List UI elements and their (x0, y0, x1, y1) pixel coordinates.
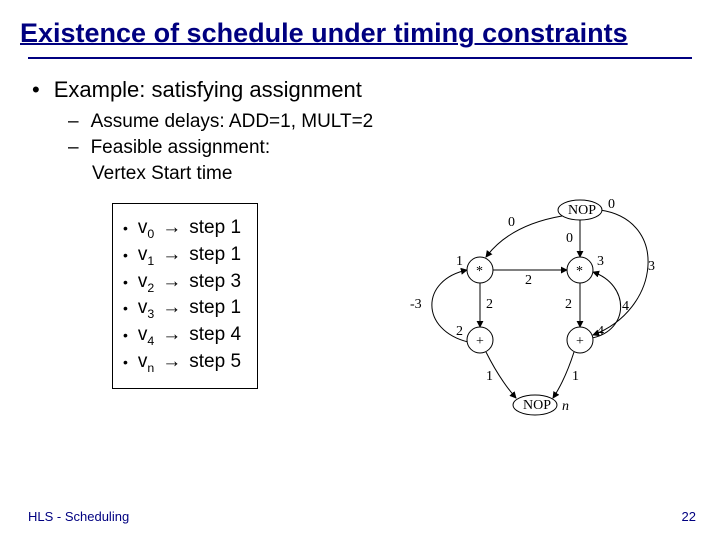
vertex-name: v2 (138, 271, 154, 295)
assignment-box: • v0 → step 1 • v1 → step 1 • v2 → step … (112, 203, 258, 389)
list-item: • v2 → step 3 (123, 271, 241, 295)
arrow-icon: → (162, 297, 181, 319)
edge-weight: 2 (565, 297, 572, 312)
node-mult-left: * (476, 264, 483, 279)
arrow-icon: → (162, 271, 181, 293)
edge-weight: 0 (508, 215, 515, 230)
arrow-icon: → (162, 324, 181, 346)
node-mult-right: * (576, 264, 583, 279)
vertex-name: vn (138, 351, 154, 375)
step-value: step 1 (189, 217, 241, 239)
constraint-graph: 0 0 3 2 2 2 1 1 -3 4 NOP 0 * 1 * 3 + 2 +… (390, 190, 700, 430)
list-item: • vn → step 5 (123, 351, 241, 375)
edge-weight: -3 (410, 297, 422, 312)
bullet-dot-icon: • (32, 77, 40, 103)
edge-weight: 0 (566, 231, 573, 246)
step-value: step 5 (189, 351, 241, 373)
vertex-name: v1 (138, 244, 154, 268)
bullet-dot-icon: • (123, 247, 128, 263)
title-rule (28, 57, 692, 59)
node-id: n (562, 399, 569, 414)
bullet-dot-icon: • (123, 274, 128, 290)
page-number: 22 (682, 509, 696, 524)
node-id: 2 (456, 324, 463, 339)
list-item: • v0 → step 1 (123, 217, 241, 241)
arrow-icon: → (162, 351, 181, 373)
bullet-dot-icon: • (123, 220, 128, 236)
edge-weight: 1 (572, 369, 579, 384)
arrow-icon: → (162, 244, 181, 266)
edge-weight: 4 (622, 299, 629, 314)
node-id: 0 (608, 197, 615, 212)
vertex-start-header: Vertex Start time (92, 163, 688, 185)
node-id: 3 (597, 254, 604, 269)
bullet-feasible-text: Feasible assignment: (91, 137, 271, 159)
bullet-example-text: Example: satisfying assignment (54, 77, 362, 103)
bullet-assume: – Assume delays: ADD=1, MULT=2 (68, 111, 688, 133)
bullet-dot-icon: • (123, 327, 128, 343)
edge-weight: 1 (486, 369, 493, 384)
slide-title: Existence of schedule under timing const… (0, 0, 720, 55)
step-value: step 3 (189, 271, 241, 293)
vertex-name: v4 (138, 324, 154, 348)
vertex-name: v3 (138, 297, 154, 321)
list-item: • v3 → step 1 (123, 297, 241, 321)
bullet-dot-icon: • (123, 354, 128, 370)
edge-weight: 2 (525, 273, 532, 288)
node-add-left: + (476, 334, 484, 349)
dash-icon: – (68, 137, 79, 159)
node-add-right: + (576, 334, 584, 349)
node-nop-top: NOP (568, 203, 596, 218)
arrow-icon: → (162, 217, 181, 239)
edge-weight: 2 (486, 297, 493, 312)
bullet-dot-icon: • (123, 300, 128, 316)
bullet-assume-text: Assume delays: ADD=1, MULT=2 (91, 111, 374, 133)
dash-icon: – (68, 111, 79, 133)
node-id: 1 (456, 254, 463, 269)
list-item: • v4 → step 4 (123, 324, 241, 348)
vertex-name: v0 (138, 217, 154, 241)
step-value: step 1 (189, 297, 241, 319)
node-id: 4 (597, 324, 604, 339)
step-value: step 1 (189, 244, 241, 266)
footer-left: HLS - Scheduling (28, 509, 129, 524)
node-nop-bottom: NOP (523, 398, 551, 413)
bullet-example: • Example: satisfying assignment (32, 77, 688, 103)
step-value: step 4 (189, 324, 241, 346)
bullet-feasible: – Feasible assignment: (68, 137, 688, 159)
edge-weight: 3 (648, 259, 655, 274)
list-item: • v1 → step 1 (123, 244, 241, 268)
